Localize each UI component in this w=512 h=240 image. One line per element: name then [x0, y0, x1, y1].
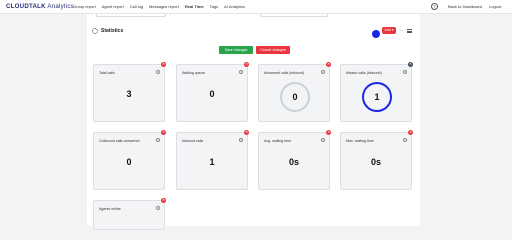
previous-card-edge [96, 14, 166, 17]
close-icon[interactable]: ✕ [326, 130, 331, 135]
stat-card-agents-online[interactable]: Agents online ✕ [93, 198, 166, 230]
add-widget-label: Add [384, 28, 391, 32]
statistics-title: Statistics [101, 28, 124, 34]
cursor-indicator [372, 30, 380, 38]
card-title: Outbound calls answered [99, 139, 140, 143]
nav-item-messages-report[interactable]: Messages report [149, 4, 179, 9]
statistics-header: Statistics [92, 28, 123, 34]
stat-card-outbound-calls-answered[interactable]: Outbound calls answered ✕ 0 [93, 130, 166, 190]
cancel-changes-button[interactable]: Cancel changes [256, 46, 290, 54]
save-changes-button[interactable]: Save changes [219, 46, 253, 54]
progress-ring: 0 [280, 82, 310, 112]
main-nav: Group report Agent report Call log Messa… [73, 4, 245, 9]
help-icon[interactable]: ? [431, 3, 438, 10]
more-options-icon[interactable]: ··· [399, 28, 403, 34]
previous-section-edge [96, 14, 408, 17]
close-icon[interactable]: ✕ [161, 62, 166, 67]
close-icon[interactable]: ✕ [244, 130, 249, 135]
card-title: Total calls [99, 71, 115, 75]
card-value: 0 [209, 89, 215, 99]
card-title: Waiting queue [182, 71, 205, 75]
stat-card-waiting-queue[interactable]: Waiting queue ✕ 0 [176, 62, 249, 122]
close-icon[interactable]: ✕ [326, 62, 331, 67]
stat-card-inbound-calls[interactable]: Inbound calls ✕ 1 [176, 130, 249, 190]
stat-card-total-calls[interactable]: Total calls ✕ 3 [93, 62, 166, 122]
top-bar: CLOUDTALK Analytics Group report Agent r… [0, 0, 512, 14]
info-icon[interactable] [403, 70, 407, 74]
card-title: Avg. waiting time [264, 139, 292, 143]
nav-item-call-log[interactable]: Call log [130, 4, 143, 9]
card-value: 1 [209, 157, 215, 167]
info-icon[interactable] [403, 138, 407, 142]
card-value: 0s [370, 157, 381, 167]
close-icon[interactable]: ✕ [408, 130, 413, 135]
back-to-dashboard-link[interactable]: Back to Dashboard [448, 4, 482, 9]
info-icon[interactable] [321, 70, 325, 74]
nav-item-tags[interactable]: Tags [210, 4, 218, 9]
close-icon[interactable]: ✕ [161, 130, 166, 135]
previous-card-edge [260, 14, 328, 17]
nav-item-agent-report[interactable]: Agent report [102, 4, 124, 9]
close-icon[interactable]: ✕ [244, 62, 249, 67]
info-icon[interactable] [156, 138, 160, 142]
stat-card-max-waiting-time[interactable]: Max. waiting time ✕ 0s [340, 130, 413, 190]
card-value: 0s [288, 157, 299, 167]
close-icon[interactable]: ✕ [408, 62, 413, 67]
menu-icon[interactable] [407, 29, 412, 33]
card-title: Max. waiting time [346, 139, 374, 143]
stat-card-avg-waiting-time[interactable]: Avg. waiting time ✕ 0s [258, 130, 331, 190]
info-icon[interactable] [156, 70, 160, 74]
logo-sub: Analytics [47, 3, 74, 10]
info-icon[interactable] [239, 138, 243, 142]
logout-link[interactable]: Logout [489, 4, 501, 9]
logo[interactable]: CLOUDTALK Analytics [6, 3, 74, 10]
card-title: Answered calls (inbound) [264, 71, 305, 75]
card-value: 0 [126, 157, 132, 167]
info-icon[interactable] [239, 70, 243, 74]
nav-item-group-report[interactable]: Group report [73, 4, 96, 9]
info-icon[interactable] [156, 206, 160, 210]
card-value: 1 [374, 92, 380, 102]
stat-card-missed-calls-inbound[interactable]: Missed calls (inbound) ✕ 1 [340, 62, 413, 122]
stat-card-answered-calls-inbound[interactable]: Answered calls (inbound) ✕ 0 [258, 62, 331, 122]
card-value: 0 [292, 92, 298, 102]
close-icon[interactable]: ✕ [161, 198, 166, 203]
info-icon[interactable] [321, 138, 325, 142]
progress-ring: 1 [362, 82, 392, 112]
gear-icon[interactable] [92, 28, 98, 34]
card-title: Missed calls (inbound) [346, 71, 382, 75]
card-title: Inbound calls [182, 139, 204, 143]
nav-item-ai-analytics[interactable]: AI Analytics [224, 4, 245, 9]
logo-brand: CLOUDTALK [6, 3, 46, 10]
nav-item-real-time[interactable]: Real Time [185, 4, 204, 9]
add-widget-button[interactable]: Add ▾ [382, 27, 396, 34]
card-value: 3 [126, 89, 132, 99]
card-title: Agents online [99, 207, 121, 211]
